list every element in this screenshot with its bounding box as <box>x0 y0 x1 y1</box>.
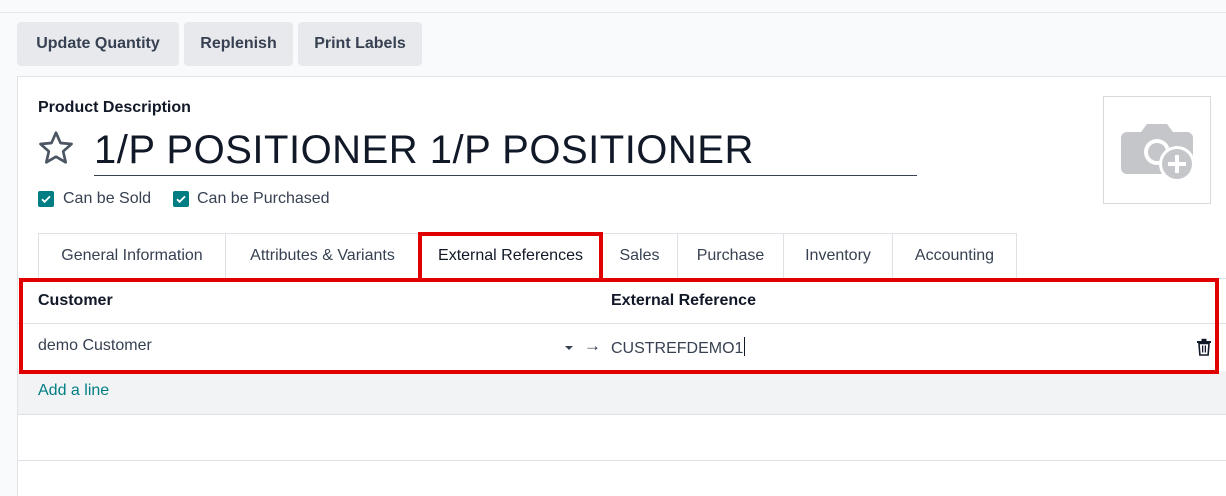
print-labels-button[interactable]: Print Labels <box>298 22 422 66</box>
can-be-sold-checkbox[interactable] <box>38 191 54 207</box>
camera-add-icon <box>1121 124 1195 182</box>
top-divider <box>0 12 1226 13</box>
tab-purchase[interactable]: Purchase <box>678 233 784 279</box>
highlight-box-table <box>19 278 1219 374</box>
can-be-purchased-label: Can be Purchased <box>197 190 330 207</box>
tab-inventory[interactable]: Inventory <box>784 233 893 279</box>
tab-general-information[interactable]: General Information <box>38 233 226 279</box>
table-divider <box>18 414 1226 415</box>
star-outline-icon[interactable] <box>36 128 76 168</box>
tab-accounting[interactable]: Accounting <box>893 233 1017 279</box>
product-image-placeholder[interactable] <box>1103 96 1211 204</box>
table-bottom-divider <box>18 460 1226 461</box>
product-name-input[interactable]: 1/P POSITIONER 1/P POSITIONER <box>94 124 917 176</box>
tab-sales[interactable]: Sales <box>602 233 678 279</box>
checkmark-icon <box>176 195 186 204</box>
add-a-line-link[interactable]: Add a line <box>38 382 109 400</box>
add-line-row <box>18 371 1226 415</box>
update-quantity-button[interactable]: Update Quantity <box>17 22 179 66</box>
tab-attributes-variants[interactable]: Attributes & Variants <box>226 233 420 279</box>
can-be-purchased-checkbox[interactable] <box>173 191 189 207</box>
replenish-button[interactable]: Replenish <box>184 22 293 66</box>
can-be-sold-label: Can be Sold <box>63 190 152 207</box>
highlight-box-tab <box>418 232 603 282</box>
product-description-label: Product Description <box>38 99 191 116</box>
checkmark-icon <box>41 195 51 204</box>
